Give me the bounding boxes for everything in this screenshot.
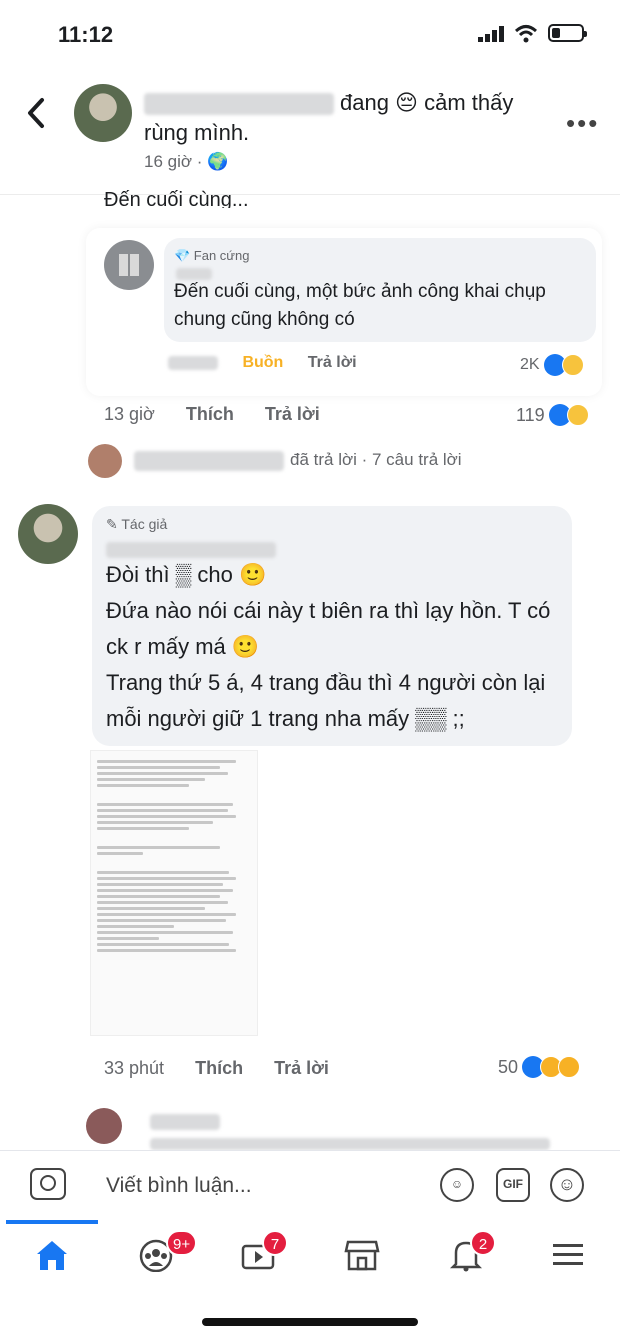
poster-avatar[interactable] [74,84,132,142]
post-meta: 16 giờ · 🌍 [144,152,229,171]
author-comment-reaction-count: 50 [498,1056,519,1077]
sad-reaction-label[interactable]: Buồn [242,354,283,371]
quoted-comment-text: Đến cuối cùng, một bức ảnh công khai chụ… [174,281,546,330]
comment-actions: 13 giờ Thích Trả lời [104,404,320,425]
replies-summary-text: đã trả lời · 7 câu trả lời [290,450,462,469]
reply-link[interactable]: Trả lời [274,1058,329,1078]
cellular-signal-icon [478,26,504,42]
blurred-commenter-name[interactable] [176,268,212,280]
emoji-icon[interactable]: ☺ [550,1168,584,1202]
blurred-next-comment [150,1114,220,1130]
battery-icon [548,24,587,42]
sad-reaction-icon [566,404,589,426]
notifications-badge: 2 [470,1230,496,1256]
attached-photo[interactable] [90,750,258,1036]
home-indicator [202,1318,418,1326]
author-comment-text: Đòi thì ▒ cho 🙂 Đứa nào nói cái này t bi… [106,557,558,737]
sad-reaction-icon [561,354,584,376]
quoted-reactions[interactable]: 2K [520,354,584,376]
comment-reactions[interactable]: 119 [516,404,589,426]
active-tab-indicator [6,1220,98,1224]
author-comment-line: Đòi thì ▒ cho 🙂 [106,562,267,587]
author-badge: ✎ Tác giả [106,516,168,532]
haha-reaction-icon [558,1056,581,1078]
like-link[interactable]: Thích [186,404,234,424]
commenter-avatar[interactable] [104,240,154,290]
author-comment-line: Trang thứ 5 á, 4 trang đầu thì 4 người c… [106,670,546,731]
author-comment-bubble: ✎ Tác giả Đòi thì ▒ cho 🙂 Đứa nào nói cá… [92,506,572,746]
author-comment-actions: 33 phút Thích Trả lời [104,1058,329,1079]
sticker-icon[interactable]: ☺ [440,1168,474,1202]
blurred-next-comment [150,1138,550,1150]
author-comment-reactions[interactable]: 50 [498,1056,581,1078]
comment-input[interactable]: Viết bình luận... [106,1174,252,1198]
home-icon[interactable] [34,1238,70,1272]
quoted-reaction-count: 2K [520,356,540,373]
quoted-comment-bubble: 💎 Fan cứng Đến cuối cùng, một bức ảnh cô… [164,238,596,342]
replier-avatar[interactable] [88,444,122,478]
more-options-icon[interactable]: ••• [566,108,599,139]
header-divider [0,194,620,195]
gif-icon[interactable]: GIF [496,1168,530,1202]
post-header: đang 😔 cảm thấy rùng mình. [144,88,544,148]
like-link[interactable]: Thích [195,1058,243,1078]
comment-time: 13 giờ [104,404,155,424]
blurred-replier-name [134,450,284,471]
comment-reaction-count: 119 [516,404,545,425]
author-avatar[interactable] [18,504,78,564]
fan-badge: 💎 Fan cứng [174,248,250,263]
reply-link[interactable]: Trả lời [308,354,357,371]
back-arrow-icon[interactable] [22,96,50,130]
truncated-comment-text: Đến cuối cùng... [104,190,249,208]
next-commenter-avatar[interactable] [86,1108,122,1144]
menu-hamburger-icon[interactable] [550,1238,586,1272]
replies-summary[interactable]: đã trả lời · 7 câu trả lời [134,450,462,471]
comment-time: 33 phút [104,1058,165,1078]
blurred-author-name[interactable] [106,542,276,558]
author-comment-line: Đứa nào nói cái này t biên ra thì lạy hồ… [106,598,551,659]
marketplace-icon[interactable] [344,1238,380,1272]
quoted-comment-actions: Buồn Trả lời [168,354,357,372]
blurred-time [168,355,218,370]
blurred-poster-name[interactable] [144,93,334,116]
wifi-icon [514,25,538,43]
groups-badge: 9+ [166,1230,198,1256]
book-icon [119,254,139,276]
status-time: 11:12 [58,22,114,47]
reply-link[interactable]: Trả lời [265,404,320,424]
camera-lens-icon [40,1175,56,1191]
watch-badge: 7 [262,1230,288,1256]
